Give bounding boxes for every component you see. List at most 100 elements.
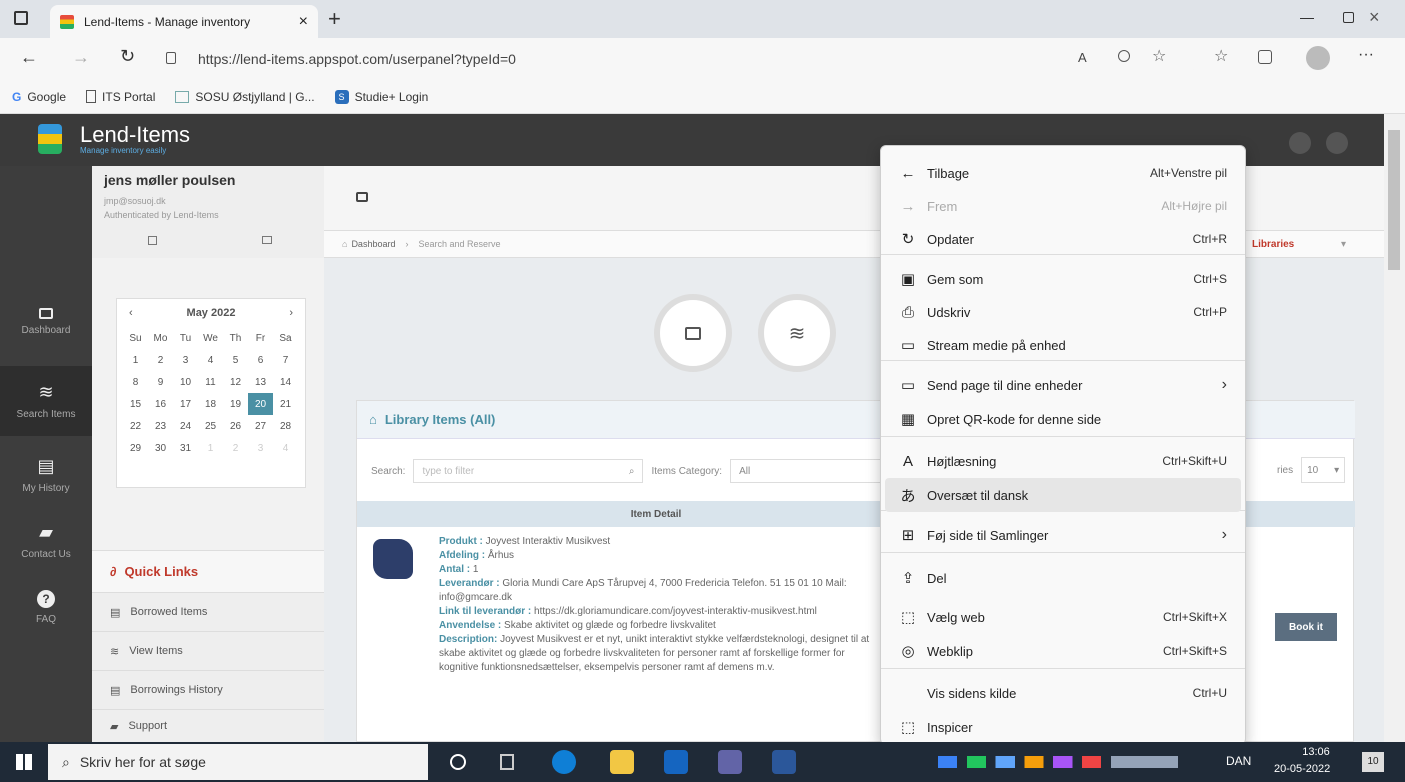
taskbar-search[interactable]: ⌕ Skriv her for at søge (48, 744, 428, 780)
nav-contact-us[interactable]: ▰ Contact Us (0, 522, 92, 560)
teams-taskbar-icon[interactable] (718, 750, 742, 774)
calendar-day[interactable]: 16 (148, 393, 173, 415)
calendar-day[interactable]: 26 (223, 415, 248, 437)
context-menu-item[interactable]: あ Oversæt til dansk (885, 478, 1241, 512)
nav-search-items[interactable]: ≋ Search Items (0, 366, 92, 436)
context-menu-item[interactable]: ↻ Opdater Ctrl+R (885, 222, 1241, 256)
bookmark-its-portal[interactable]: ITS Portal (86, 90, 155, 104)
calendar-day[interactable]: 15 (123, 393, 148, 415)
context-menu-item[interactable]: ⬚ Vælg web Ctrl+Skift+X (885, 600, 1241, 634)
bookmark-sosu[interactable]: SOSU Østjylland | G... (175, 90, 315, 104)
calendar-day[interactable]: 2 (148, 349, 173, 371)
context-menu-item[interactable]: A Højtlæsning Ctrl+Skift+U (885, 444, 1241, 478)
calendar-day[interactable]: 14 (273, 371, 298, 393)
nav-dashboard[interactable]: Dashboard (0, 308, 92, 336)
calendar-day[interactable]: 1 (123, 349, 148, 371)
collections-icon[interactable] (1258, 50, 1272, 64)
calendar-day[interactable]: 10 (173, 371, 198, 393)
favorites-icon[interactable]: ☆ (1214, 46, 1228, 66)
search-input[interactable]: type to filter ⌕ (413, 459, 644, 483)
calendar-day[interactable]: 28 (273, 415, 298, 437)
windows-start-icon[interactable] (16, 754, 32, 770)
quick-link-support[interactable]: ▰ Support (92, 709, 324, 742)
close-window-button[interactable]: × (1369, 7, 1380, 28)
bookmark-google[interactable]: G Google (12, 90, 66, 104)
calendar-day[interactable]: 19 (223, 393, 248, 415)
minimize-button[interactable] (1300, 18, 1314, 19)
supplier-link[interactable]: https://dk.gloriamundicare.com/joyvest-i… (534, 606, 817, 617)
profile-avatar[interactable] (1306, 46, 1330, 70)
quick-link-view-items[interactable]: ≋ View Items (92, 631, 324, 670)
calendar-day[interactable]: 30 (148, 437, 173, 459)
breadcrumb-home[interactable]: Dashboard (351, 239, 395, 249)
explorer-taskbar-icon[interactable] (610, 750, 634, 774)
context-menu-item[interactable]: Vis sidens kilde Ctrl+U (885, 676, 1241, 710)
system-tray-icons[interactable] (938, 756, 1178, 768)
messages-icon[interactable] (262, 236, 272, 244)
calendar-next-icon[interactable]: › (289, 307, 293, 319)
forward-icon[interactable]: → (72, 47, 90, 68)
context-menu-item[interactable]: ⊞ Føj side til Samlinger › (885, 518, 1241, 552)
cortana-icon[interactable] (450, 754, 466, 770)
new-tab-button[interactable]: + (328, 6, 341, 32)
word-taskbar-icon[interactable] (772, 750, 796, 774)
calendar-day[interactable]: 18 (198, 393, 223, 415)
task-view-icon[interactable] (500, 754, 514, 770)
bookmark-studie[interactable]: S Studie+ Login (334, 89, 428, 104)
calendar-prev-icon[interactable]: ‹ (129, 307, 133, 319)
context-menu-item[interactable]: ⇪ Del (885, 561, 1241, 595)
url-field[interactable]: https://lend-items.appspot.com/userpanel… (188, 44, 1198, 74)
calendar-day[interactable]: 4 (273, 437, 298, 459)
context-menu-item[interactable]: → Frem Alt+Højre pil (885, 189, 1241, 223)
calendar-day[interactable]: 1 (198, 437, 223, 459)
page-scrollbar[interactable] (1384, 114, 1405, 742)
calendar-day[interactable]: 6 (248, 349, 273, 371)
outlook-taskbar-icon[interactable] (664, 750, 688, 774)
context-menu-item[interactable]: ▭ Stream medie på enhed (885, 328, 1241, 362)
notifications-icon[interactable]: 10 (1362, 752, 1384, 772)
favorite-star-icon[interactable]: ☆ (1152, 46, 1166, 66)
refresh-icon[interactable]: ↻ (120, 46, 135, 67)
calendar-day[interactable]: 20 (248, 393, 273, 415)
items-circle-button[interactable]: ≋ (758, 294, 836, 372)
calendar-day[interactable]: 22 (123, 415, 148, 437)
calendar-day[interactable]: 25 (198, 415, 223, 437)
context-menu-item[interactable]: ▦ Opret QR-kode for denne side (885, 402, 1241, 436)
calendar-day[interactable]: 23 (148, 415, 173, 437)
zoom-icon[interactable] (1118, 50, 1130, 62)
back-icon[interactable]: ← (20, 47, 38, 68)
close-tab-icon[interactable]: × (299, 13, 308, 31)
monitor-icon[interactable] (356, 192, 368, 202)
context-menu-item[interactable]: ⬚ Inspicer (885, 710, 1241, 744)
calendar-day[interactable]: 21 (273, 393, 298, 415)
context-menu-item[interactable]: ▭ Send page til dine enheder › (885, 368, 1241, 402)
libraries-dropdown[interactable]: Libraries ▾ (1244, 230, 1354, 258)
calendar-day[interactable]: 2 (223, 437, 248, 459)
profile-tab-icon[interactable] (148, 236, 157, 245)
calendar-day[interactable]: 3 (248, 437, 273, 459)
share-icon[interactable] (1326, 132, 1348, 154)
nav-my-history[interactable]: ▤ My History (0, 456, 92, 494)
calendar-day[interactable]: 31 (173, 437, 198, 459)
edge-taskbar-icon[interactable] (552, 750, 576, 774)
calendar-day[interactable]: 11 (198, 371, 223, 393)
nav-faq[interactable]: ? FAQ (0, 590, 92, 625)
scrollbar-thumb[interactable] (1388, 130, 1400, 270)
context-menu-item[interactable]: ▣ Gem som Ctrl+S (885, 262, 1241, 296)
calendar-day[interactable]: 9 (148, 371, 173, 393)
quick-link-borrowed-items[interactable]: ▤ Borrowed Items (92, 592, 324, 631)
quick-link-borrowings-history[interactable]: ▤ Borrowings History (92, 670, 324, 709)
book-it-button[interactable]: Book it (1275, 613, 1337, 641)
read-aloud-icon[interactable]: A (1078, 50, 1087, 65)
context-menu-item[interactable]: ◎ Webklip Ctrl+Skift+S (885, 634, 1241, 668)
context-menu-item[interactable]: ← Tilbage Alt+Venstre pil (885, 156, 1241, 190)
context-menu-item[interactable]: ⎙ Udskriv Ctrl+P (885, 295, 1241, 329)
calendar-day[interactable]: 13 (248, 371, 273, 393)
restore-button[interactable] (1343, 12, 1354, 23)
clock-time[interactable]: 13:06 (1286, 746, 1346, 758)
clock-date[interactable]: 20-05-2022 (1274, 763, 1330, 775)
calendar-day[interactable]: 5 (223, 349, 248, 371)
monitor-icon[interactable] (1289, 132, 1311, 154)
calendar-day[interactable]: 7 (273, 349, 298, 371)
calendar-day[interactable]: 4 (198, 349, 223, 371)
